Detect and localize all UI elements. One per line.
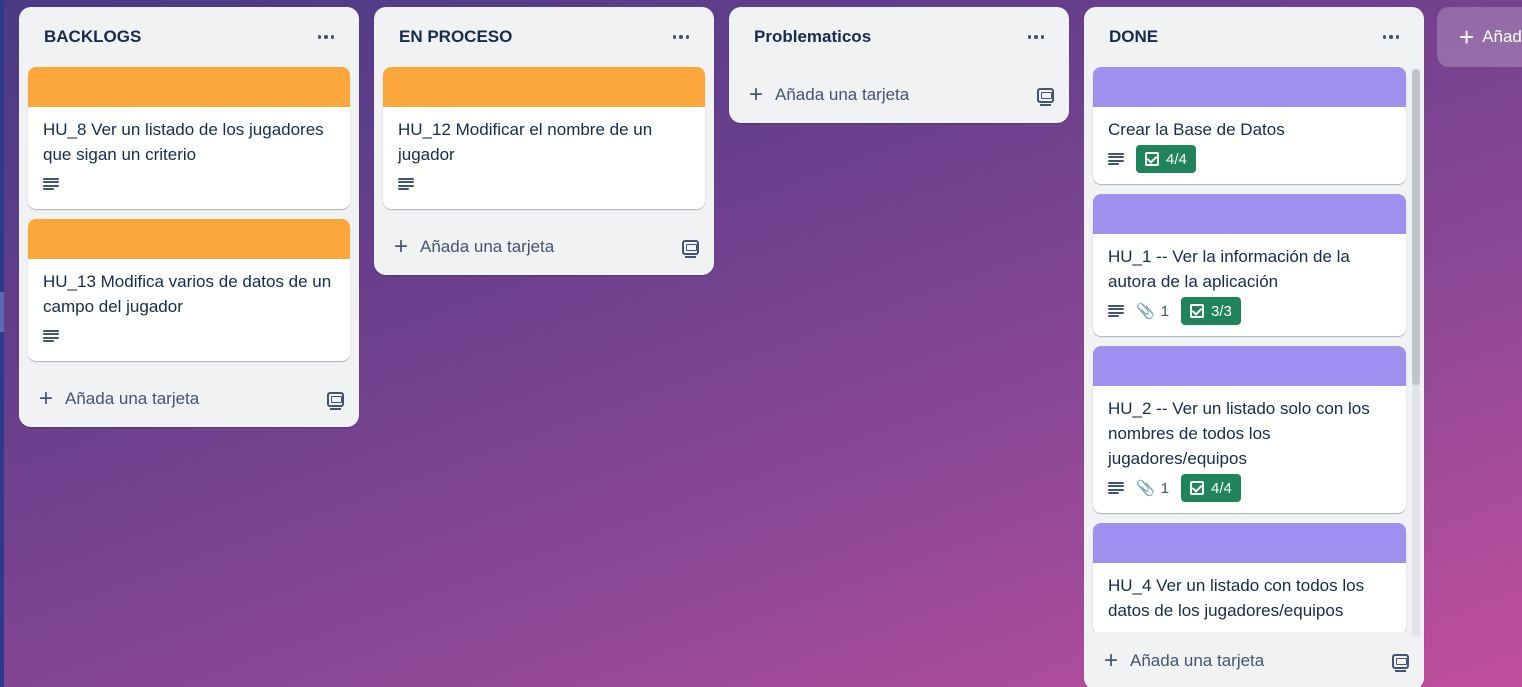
add-card-label: Añada una tarjeta: [65, 389, 200, 408]
plus-icon: +: [1459, 22, 1475, 52]
card-title: Crear la Base de Datos: [1108, 120, 1285, 139]
card[interactable]: Crear la Base de Datos 4/4: [1093, 67, 1406, 184]
card-cover: [1093, 67, 1406, 107]
attachment-count: 1: [1160, 479, 1170, 497]
list-menu-icon[interactable]: [1021, 22, 1051, 52]
plus-icon: +: [749, 81, 764, 108]
card-title: HU_8 Ver un listado de los jugadores que…: [43, 120, 324, 164]
list-title[interactable]: Problematicos: [754, 27, 871, 47]
description-icon: [43, 329, 59, 343]
card-cover: [28, 67, 350, 107]
list-backlogs: BACKLOGS HU_8 Ver un listado de los juga…: [19, 7, 359, 427]
card-title: HU_1 -- Ver la información de la autora …: [1108, 247, 1350, 291]
add-card-label: Añada una tarjeta: [1130, 651, 1265, 670]
checklist-badge: 4/4: [1136, 145, 1196, 173]
add-list-label: Añad: [1482, 27, 1522, 46]
add-card-label: Añada una tarjeta: [775, 85, 910, 104]
checklist-count: 4/4: [1211, 479, 1232, 497]
description-icon: [1108, 152, 1124, 166]
list-title[interactable]: DONE: [1109, 27, 1158, 47]
list-header: BACKLOGS: [19, 7, 359, 67]
card-template-icon[interactable]: [1037, 87, 1054, 106]
paperclip-icon: 📎: [1136, 480, 1155, 497]
card-title: HU_2 -- Ver un listado solo con los nomb…: [1108, 399, 1370, 468]
checklist-badge: 3/3: [1181, 297, 1241, 325]
checklist-icon: [1145, 152, 1159, 166]
sidebar-edge: [0, 0, 4, 687]
card[interactable]: HU_4 Ver un listado con todos los datos …: [1093, 523, 1406, 632]
list-done: DONE Crear la Base de Datos 4/4 HU_1 -- …: [1084, 7, 1424, 687]
card-cover: [1093, 346, 1406, 386]
card-cover: [28, 219, 350, 259]
card[interactable]: HU_2 -- Ver un listado solo con los nomb…: [1093, 346, 1406, 513]
list-menu-icon[interactable]: [311, 22, 341, 52]
card-cover: [1093, 523, 1406, 563]
card-template-icon[interactable]: [682, 239, 699, 258]
card-cover: [383, 67, 705, 107]
checklist-badge: 4/4: [1181, 474, 1241, 502]
card-cover: [1093, 194, 1406, 234]
paperclip-icon: 📎: [1136, 303, 1155, 320]
add-card-button[interactable]: + Añada una tarjeta: [749, 83, 909, 107]
add-list-button[interactable]: + Añad: [1437, 7, 1522, 67]
add-card-button[interactable]: + Añada una tarjeta: [39, 387, 199, 411]
plus-icon: +: [39, 385, 54, 412]
description-icon: [398, 177, 414, 191]
plus-icon: +: [1104, 647, 1119, 674]
card-title: HU_13 Modifica varios de datos de un cam…: [43, 272, 332, 316]
card-title: HU_4 Ver un listado con todos los datos …: [1108, 576, 1365, 620]
card[interactable]: HU_12 Modificar el nombre de un jugador: [383, 67, 705, 209]
attachment-count: 1: [1160, 302, 1170, 320]
list-problematicos: Problematicos + Añada una tarjeta: [729, 7, 1069, 123]
list-en-proceso: EN PROCESO HU_12 Modificar el nombre de …: [374, 7, 714, 275]
card-template-icon[interactable]: [1392, 653, 1409, 672]
plus-icon: +: [394, 233, 409, 260]
card[interactable]: HU_8 Ver un listado de los jugadores que…: [28, 67, 350, 209]
attachment-badge: 📎 1: [1136, 302, 1170, 321]
add-card-button[interactable]: + Añada una tarjeta: [1104, 649, 1264, 673]
add-card-label: Añada una tarjeta: [420, 237, 555, 256]
checklist-count: 4/4: [1166, 150, 1187, 168]
card-template-icon[interactable]: [327, 391, 344, 410]
description-icon: [43, 177, 59, 191]
list-menu-icon[interactable]: [1376, 22, 1406, 52]
description-icon: [1108, 481, 1124, 495]
list-header: EN PROCESO: [374, 7, 714, 67]
list-header: DONE: [1084, 7, 1424, 67]
list-header: Problematicos: [729, 7, 1069, 67]
list-title[interactable]: EN PROCESO: [399, 27, 512, 47]
add-card-button[interactable]: + Añada una tarjeta: [394, 235, 554, 259]
attachment-badge: 📎 1: [1136, 479, 1170, 498]
checklist-icon: [1190, 304, 1205, 318]
checklist-count: 3/3: [1211, 302, 1232, 320]
checklist-icon: [1190, 481, 1205, 495]
description-icon: [1108, 304, 1124, 318]
card[interactable]: HU_13 Modifica varios de datos de un cam…: [28, 219, 350, 361]
list-title[interactable]: BACKLOGS: [44, 27, 141, 47]
card-title: HU_12 Modificar el nombre de un jugador: [398, 120, 653, 164]
card[interactable]: HU_1 -- Ver la información de la autora …: [1093, 194, 1406, 336]
list-menu-icon[interactable]: [666, 22, 696, 52]
